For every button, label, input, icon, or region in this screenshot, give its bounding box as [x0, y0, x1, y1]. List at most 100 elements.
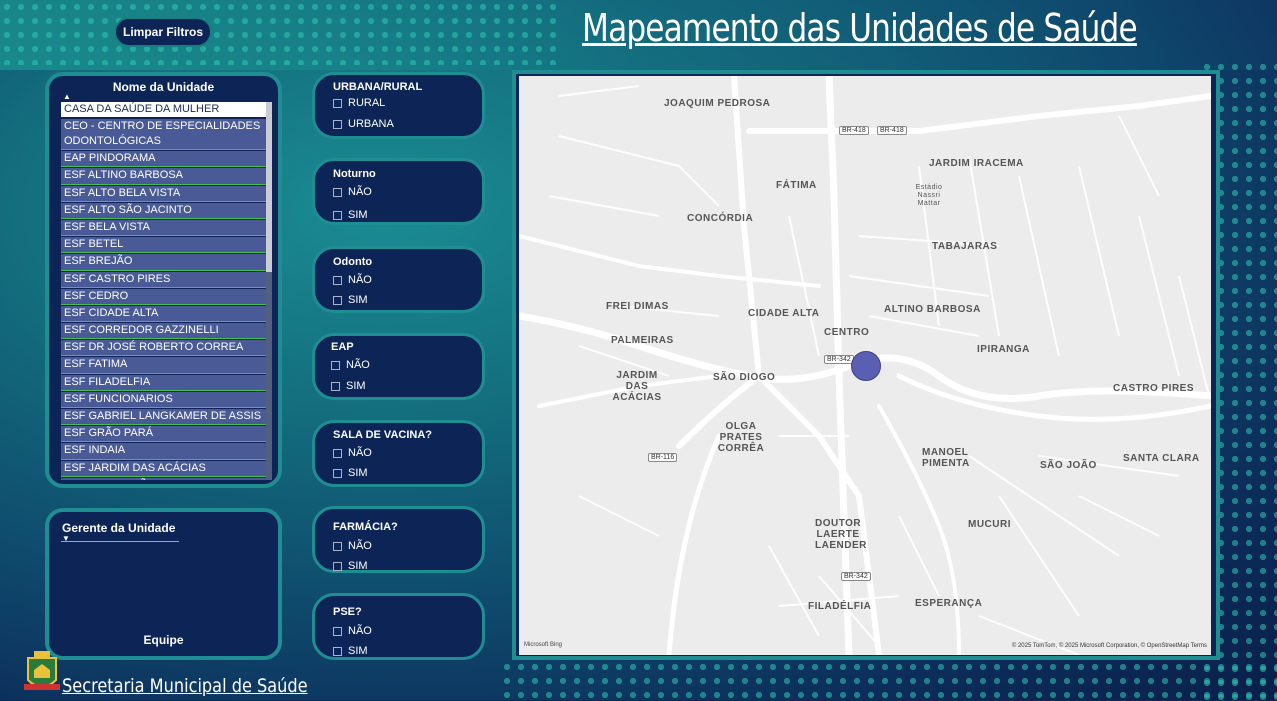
unit-list-item[interactable]: ESF BETEL: [61, 237, 267, 254]
unit-list[interactable]: CASA DA SAÚDE DA MULHER CEO - CENTRO DE E…: [61, 102, 267, 480]
filter-title: PSE?: [333, 606, 362, 618]
option-nao[interactable]: NÃO: [333, 447, 372, 459]
unit-list-item[interactable]: ESF CIDADE ALTA: [61, 305, 267, 323]
map-label: FREI DIMAS: [606, 301, 669, 312]
filter-title: SALA DE VACINA?: [333, 429, 432, 441]
unit-list-item[interactable]: EAP PINDORAMA: [61, 151, 267, 168]
option-sim[interactable]: SIM: [333, 467, 368, 479]
map-label: FÁTIMA: [776, 180, 817, 191]
option-nao[interactable]: NÃO: [333, 186, 372, 198]
unit-list-item[interactable]: ESF CORREDOR GAZZINELLI: [61, 323, 267, 340]
checkbox[interactable]: [333, 187, 342, 197]
unit-list-item[interactable]: ESF GABRIEL LANGKAMER DE ASSIS: [61, 409, 267, 426]
checkbox[interactable]: [331, 360, 340, 370]
checkbox[interactable]: [333, 448, 342, 458]
map-label: MUCURI: [968, 519, 1011, 530]
option-sim[interactable]: SIM: [331, 380, 366, 392]
road-shield: BR-418: [839, 126, 869, 135]
map-label: IPIRANGA: [977, 344, 1030, 355]
map-label: JARDIM DAS ACÁCIAS: [612, 370, 662, 403]
map-label: SÃO JOÃO: [1040, 460, 1097, 471]
option-rural[interactable]: RURAL: [333, 97, 385, 109]
filter-noturno: Noturno NÃO SIM: [312, 158, 485, 225]
option-label: NÃO: [348, 625, 372, 637]
option-sim[interactable]: SIM: [333, 560, 368, 572]
map-label: CONCÓRDIA: [687, 213, 754, 224]
option-sim[interactable]: SIM: [333, 294, 368, 306]
unit-list-item[interactable]: ESF CASTRO PIRES: [61, 271, 267, 288]
unit-list-item[interactable]: ESF GRÃO PARÁ: [61, 426, 267, 443]
unit-list-item[interactable]: ESF ALTO BELA VISTA: [61, 185, 267, 202]
unit-list-item[interactable]: CASA DA SAÚDE DA MULHER: [61, 102, 267, 119]
unit-list-item[interactable]: ESF ALTINO BARBOSA: [61, 168, 267, 185]
filter-title: EAP: [331, 341, 354, 353]
unit-list-item[interactable]: ESF FATIMA: [61, 357, 267, 374]
clear-filters-button[interactable]: Limpar Filtros: [114, 17, 212, 47]
map-poi-label: Estádio Nassri Mattar: [915, 184, 943, 207]
unit-list-item[interactable]: ESF JARDIM SÃO PAULO: [61, 477, 267, 480]
scrollbar-thumb[interactable]: [266, 102, 272, 272]
filter-odonto: Odonto NÃO SIM: [312, 246, 485, 313]
unit-list-item[interactable]: ESF BREJÃO: [61, 254, 267, 271]
checkbox[interactable]: [333, 275, 342, 285]
checkbox[interactable]: [331, 381, 340, 391]
option-label: NÃO: [348, 447, 372, 459]
unit-list-item[interactable]: ESF BELA VISTA: [61, 219, 267, 237]
filter-pse: PSE? NÃO SIM: [312, 593, 485, 660]
checkbox[interactable]: [333, 561, 342, 571]
checkbox[interactable]: [333, 646, 342, 656]
page-title: Mapeamento das Unidades de Saúde: [582, 6, 1138, 50]
filter-title: Noturno: [333, 168, 376, 180]
unit-slicer-title: Nome da Unidade: [112, 80, 215, 94]
checkbox[interactable]: [333, 119, 342, 129]
checkbox[interactable]: [333, 468, 342, 478]
filter-title: Odonto: [333, 256, 373, 268]
map-label: SANTA CLARA: [1123, 453, 1200, 464]
option-label: SIM: [348, 560, 368, 572]
map-label: ALTINO BARBOSA: [884, 304, 981, 315]
filter-sala-de-vacina: SALA DE VACINA? NÃO SIM: [312, 420, 485, 487]
unit-list-scrollbar[interactable]: [266, 102, 272, 480]
option-nao[interactable]: NÃO: [333, 625, 372, 637]
map-label: CASTRO PIRES: [1113, 383, 1195, 394]
checkbox[interactable]: [333, 98, 342, 108]
unit-list-item[interactable]: CEO - CENTRO DE ESPECIALIDADES ODONTOLÓG…: [61, 119, 267, 151]
unit-list-item[interactable]: ESF INDAIA: [61, 443, 267, 460]
checkbox[interactable]: [333, 295, 342, 305]
map-attribution[interactable]: © 2025 TomTom, © 2025 Microsoft Corporat…: [1012, 643, 1207, 649]
chevron-down-icon[interactable]: ▼: [62, 534, 70, 543]
road-shield: BR-342: [841, 572, 871, 581]
map-label: DOUTOR LAERTE LAENDER: [815, 518, 867, 551]
unit-list-item[interactable]: ESF DR JOSÉ ROBERTO CORREA: [61, 340, 267, 357]
filter-farmacia: FARMÁCIA? NÃO SIM: [312, 506, 485, 573]
filter-title: URBANA/RURAL: [333, 81, 423, 93]
unit-list-item[interactable]: ESF JARDIM DAS ACÁCIAS: [61, 460, 267, 477]
unit-list-item[interactable]: ESF FUNCIONARIOS: [61, 391, 267, 408]
manager-slicer: Gerente da Unidade ▼ Equipe: [45, 508, 282, 660]
option-label: NÃO: [348, 186, 372, 198]
decor-dots-bottom: [500, 660, 1277, 700]
option-sim[interactable]: SIM: [333, 209, 368, 221]
map-label: MANOEL PIMENTA: [922, 447, 970, 469]
option-nao[interactable]: NÃO: [333, 274, 372, 286]
unit-list-item[interactable]: ESF ALTO SÃO JACINTO: [61, 202, 267, 219]
unit-list-item[interactable]: ESF FILADELFIA: [61, 374, 267, 391]
map-label: CENTRO: [824, 327, 870, 338]
option-label: NÃO: [348, 274, 372, 286]
option-urbana[interactable]: URBANA: [333, 118, 394, 130]
unit-list-item[interactable]: ESF CEDRO: [61, 288, 267, 305]
option-nao[interactable]: NÃO: [331, 359, 370, 371]
checkbox[interactable]: [333, 541, 342, 551]
option-sim[interactable]: SIM: [333, 645, 368, 657]
checkbox[interactable]: [333, 626, 342, 636]
health-unit-marker[interactable]: [851, 351, 881, 381]
option-label: NÃO: [348, 540, 372, 552]
option-label: SIM: [348, 467, 368, 479]
map-label: PALMEIRAS: [611, 335, 674, 346]
filter-title: FARMÁCIA?: [333, 521, 398, 533]
sort-up-icon[interactable]: ▲: [63, 92, 71, 101]
checkbox[interactable]: [333, 210, 342, 220]
option-nao[interactable]: NÃO: [333, 540, 372, 552]
map-visual[interactable]: JOAQUIM PEDROSA FÁTIMA JARDIM IRACEMA CO…: [519, 76, 1211, 655]
bing-logo: Microsoft Bing: [524, 642, 563, 648]
